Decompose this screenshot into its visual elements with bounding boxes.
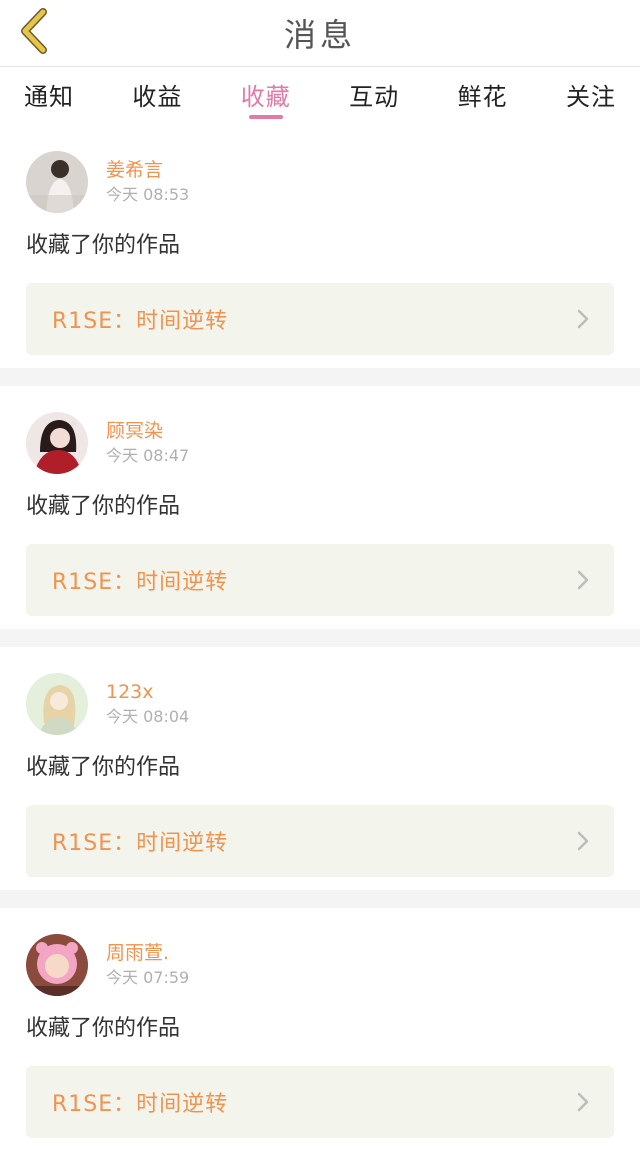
- action-text: 收藏了你的作品: [26, 755, 181, 780]
- work-title: R1SE：时间逆转: [52, 309, 229, 334]
- tab-earnings[interactable]: 收益: [132, 67, 182, 115]
- action-text: 收藏了你的作品: [26, 1016, 181, 1041]
- chevron-right-icon: [577, 1092, 589, 1112]
- action-text: 收藏了你的作品: [26, 233, 181, 258]
- tab-following[interactable]: 关注: [566, 67, 616, 115]
- chevron-right-icon: [577, 831, 589, 851]
- divider: [0, 890, 640, 908]
- work-link[interactable]: R1SE：时间逆转: [26, 544, 614, 616]
- tab-interactions[interactable]: 互动: [349, 67, 399, 115]
- back-button[interactable]: [14, 6, 54, 56]
- divider: [0, 368, 640, 386]
- chevron-right-icon: [577, 309, 589, 329]
- action-text: 收藏了你的作品: [26, 494, 181, 519]
- avatar[interactable]: [26, 934, 88, 996]
- timestamp: 今天 07:59: [106, 968, 190, 987]
- active-tab-indicator: [248, 115, 283, 119]
- chevron-right-icon: [577, 570, 589, 590]
- username[interactable]: 周雨萱.: [106, 941, 189, 965]
- work-link[interactable]: R1SE：时间逆转: [26, 283, 614, 355]
- username[interactable]: 顾冥染: [106, 419, 189, 443]
- username[interactable]: 123x: [106, 680, 189, 704]
- work-link[interactable]: R1SE：时间逆转: [26, 805, 614, 877]
- avatar[interactable]: [26, 673, 88, 735]
- divider: [0, 629, 640, 647]
- avatar[interactable]: [26, 151, 88, 213]
- message-card: 顾冥染 今天 08:47 收藏了你的作品 R1SE：时间逆转: [0, 386, 640, 629]
- work-title: R1SE：时间逆转: [52, 1092, 229, 1117]
- tab-flowers[interactable]: 鲜花: [458, 67, 508, 115]
- message-card: 周雨萱. 今天 07:59 收藏了你的作品 R1SE：时间逆转: [0, 908, 640, 1151]
- avatar[interactable]: [26, 412, 88, 474]
- page-title: 消息: [283, 16, 356, 54]
- timestamp: 今天 08:04: [106, 707, 190, 726]
- work-title: R1SE：时间逆转: [52, 831, 229, 856]
- timestamp: 今天 08:47: [106, 446, 190, 465]
- message-card: 123x 今天 08:04 收藏了你的作品 R1SE：时间逆转: [0, 647, 640, 890]
- username[interactable]: 姜希言: [106, 158, 189, 182]
- tab-favorites[interactable]: 收藏: [241, 67, 291, 119]
- message-list: 姜希言 今天 08:53 收藏了你的作品 R1SE：时间逆转 顾冥染 今天 08…: [0, 125, 640, 1151]
- chevron-left-icon: [21, 8, 47, 54]
- work-title: R1SE：时间逆转: [52, 570, 229, 595]
- app-header: 消息: [0, 0, 640, 67]
- message-tabs: 通知 收益 收藏 互动 鲜花 关注: [0, 67, 640, 125]
- message-card: 姜希言 今天 08:53 收藏了你的作品 R1SE：时间逆转: [0, 125, 640, 368]
- timestamp: 今天 08:53: [106, 185, 190, 204]
- work-link[interactable]: R1SE：时间逆转: [26, 1066, 614, 1138]
- tab-notifications[interactable]: 通知: [24, 67, 74, 115]
